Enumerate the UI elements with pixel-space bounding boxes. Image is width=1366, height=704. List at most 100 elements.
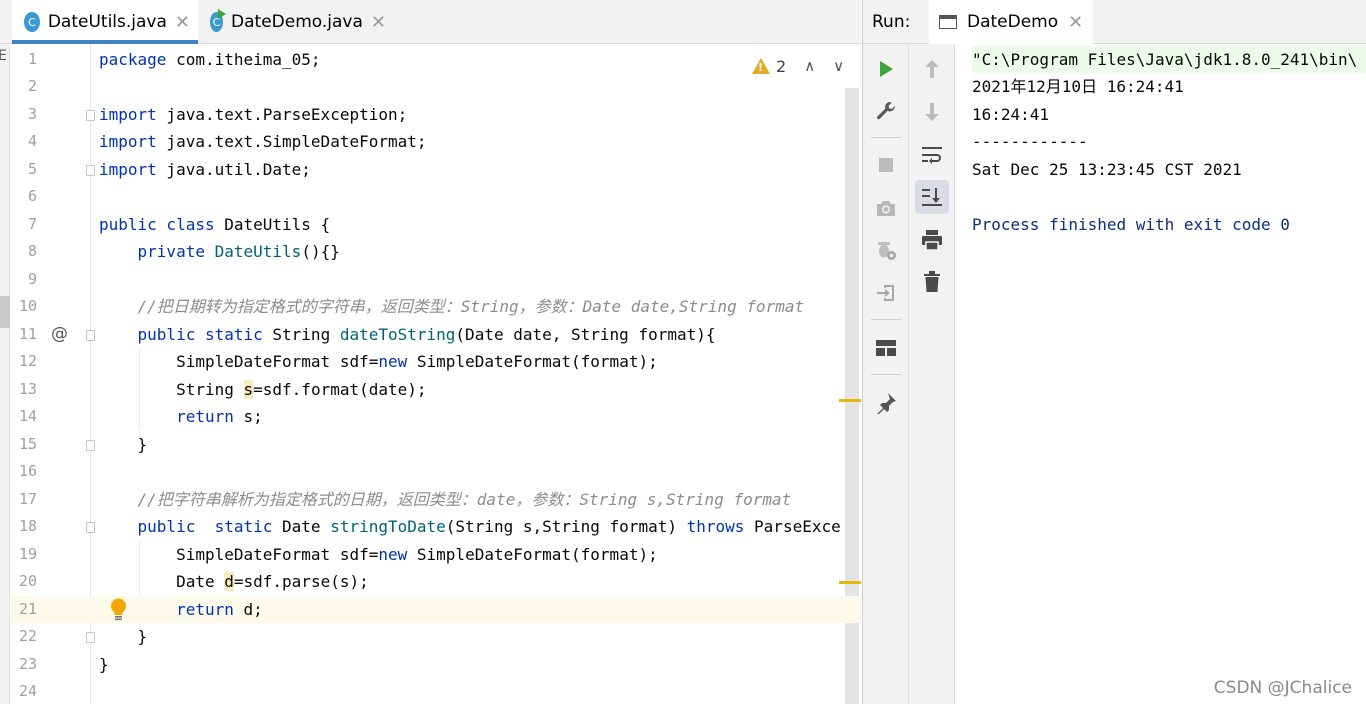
code-text[interactable]: package com.itheima_05; — [99, 46, 321, 74]
code-text[interactable]: return s; — [99, 403, 263, 431]
fold-marker-icon[interactable] — [86, 109, 95, 121]
code-line[interactable]: 10 //把日期转为指定格式的字符串，返回类型：String，参数：Date d… — [11, 293, 861, 321]
code-text[interactable]: Date d=sdf.parse(s); — [99, 568, 369, 596]
code-line[interactable]: 15 } — [11, 431, 861, 459]
tab-label: DateDemo.java — [231, 12, 363, 32]
code-text[interactable]: String s=sdf.format(date); — [99, 376, 427, 404]
code-line[interactable]: 13 String s=sdf.format(date); — [11, 376, 861, 404]
console-line: ------------ — [972, 132, 1088, 151]
line-number: 11 — [18, 324, 37, 343]
line-number: 4 — [27, 132, 37, 150]
line-number: 23 — [18, 654, 37, 673]
dump-threads-button[interactable] — [869, 191, 903, 225]
layout-button[interactable] — [869, 331, 903, 365]
code-text[interactable]: private DateUtils(){} — [99, 238, 340, 266]
console-line: "C:\Program Files\Java\jdk1.8.0_241\bin\ — [972, 45, 1366, 73]
bug-gear-icon — [878, 242, 896, 260]
code-line[interactable]: 22 } — [11, 623, 861, 651]
console-line: Process finished with exit code 0 — [972, 214, 1290, 234]
code-line[interactable]: 16 — [11, 458, 861, 486]
code-line[interactable]: 4 import java.text.SimpleDateFormat; — [11, 128, 861, 156]
fold-marker-icon[interactable] — [86, 522, 95, 533]
fold-marker-icon[interactable] — [86, 632, 95, 643]
code-text[interactable]: public class DateUtils { — [99, 211, 330, 239]
tab-run-datedemo[interactable]: DateDemo ✕ — [929, 0, 1094, 44]
code-line[interactable]: 18 public static Date stringToDate(Strin… — [11, 513, 861, 541]
close-icon[interactable]: ✕ — [371, 12, 386, 33]
clear-all-button[interactable] — [915, 265, 949, 299]
code-text[interactable]: import java.text.ParseException; — [99, 101, 407, 129]
code-line[interactable]: 1 package com.itheima_05; — [11, 46, 861, 74]
fold-marker-icon[interactable] — [86, 164, 95, 176]
tab-dateutils[interactable]: C DateUtils.java ✕ — [12, 0, 198, 44]
run-header: Run: DateDemo ✕ — [863, 0, 1366, 44]
stop-button[interactable] — [869, 148, 903, 182]
stop-icon — [879, 158, 893, 172]
code-text[interactable]: import java.text.SimpleDateFormat; — [99, 128, 427, 156]
code-line[interactable]: 17 //把字符串解析为指定格式的日期，返回类型：date，参数：String … — [11, 486, 861, 514]
code-text[interactable]: SimpleDateFormat sdf=new SimpleDateForma… — [99, 541, 658, 569]
code-line[interactable]: 20 Date d=sdf.parse(s); — [11, 568, 861, 596]
rerun-button[interactable] — [869, 52, 903, 86]
down-stack-button[interactable] — [915, 95, 949, 129]
restore-layout-button[interactable] — [869, 276, 903, 310]
structure-strip[interactable]: E — [0, 44, 10, 704]
console-line: 16:24:41 — [972, 104, 1050, 124]
code-line[interactable]: 2 — [11, 73, 861, 101]
code-text[interactable]: } — [99, 623, 148, 651]
code-text[interactable]: } — [99, 431, 148, 459]
code-line[interactable]: 12 SimpleDateFormat sdf=new SimpleDateFo… — [11, 348, 861, 376]
code-line[interactable]: 21 return d; — [11, 595, 861, 624]
code-text[interactable]: return d; — [99, 596, 263, 624]
line-number: 15 — [18, 434, 37, 453]
code-line[interactable]: 8 private DateUtils(){} — [11, 238, 861, 266]
code-line[interactable]: 23} — [11, 651, 861, 679]
code-text[interactable]: //把日期转为指定格式的字符串，返回类型：String，参数：Date date… — [99, 293, 805, 321]
fold-marker-icon[interactable] — [86, 439, 95, 451]
exit-icon — [877, 285, 894, 301]
pin-tab-button[interactable] — [869, 386, 903, 420]
code-text[interactable]: import java.util.Date; — [99, 156, 311, 184]
print-button[interactable] — [915, 223, 949, 257]
up-stack-button[interactable] — [915, 52, 949, 86]
pin-icon — [877, 393, 896, 414]
fold-marker-icon[interactable] — [86, 329, 95, 341]
tab-datedemo[interactable]: C DateDemo.java ✕ — [198, 0, 394, 44]
line-number: 9 — [27, 269, 37, 288]
line-number: 12 — [18, 352, 37, 370]
code-line[interactable]: 6 — [11, 183, 861, 211]
code-line[interactable]: 3 import java.text.ParseException; — [11, 101, 861, 129]
code-line[interactable]: 9 — [11, 266, 861, 294]
code-line[interactable]: 5 import java.util.Date; — [11, 156, 861, 184]
printer-icon — [922, 230, 942, 251]
line-number: 3 — [27, 104, 37, 123]
code-editor[interactable]: C DateUtils.java ✕ C DateDemo.java ✕ E 2… — [0, 0, 861, 704]
code-line[interactable]: 14 return s; — [11, 403, 861, 431]
code-text[interactable]: public static String dateToString(Date d… — [99, 321, 716, 349]
run-label: Run: — [872, 11, 911, 32]
line-number: 10 — [18, 297, 37, 315]
code-line[interactable]: 11 @ public static String dateToString(Da… — [11, 321, 861, 349]
code-line[interactable]: 24 — [11, 678, 861, 704]
code-line[interactable]: 7 public class DateUtils { — [11, 211, 861, 239]
line-number: 6 — [27, 187, 37, 205]
console-output[interactable]: "C:\Program Files\Java\jdk1.8.0_241\bin\… — [956, 44, 1366, 704]
close-icon[interactable]: ✕ — [1068, 12, 1083, 33]
layout-icon — [876, 340, 896, 356]
code-line[interactable]: 19 SimpleDateFormat sdf=new SimpleDateFo… — [11, 541, 861, 569]
trash-icon — [924, 271, 940, 292]
debug-settings-button[interactable] — [869, 233, 903, 267]
code-text[interactable]: public static Date stringToDate(String s… — [99, 513, 841, 541]
override-icon[interactable]: @ — [51, 321, 68, 349]
code-text[interactable]: //把字符串解析为指定格式的日期，返回类型：date，参数：String s,S… — [99, 486, 792, 514]
modify-config-button[interactable] — [869, 94, 903, 128]
editor-tab-bar: C DateUtils.java ✕ C DateDemo.java ✕ — [0, 0, 861, 44]
scroll-to-end-button[interactable] — [915, 180, 949, 214]
tab-label: DateUtils.java — [47, 12, 167, 32]
code-text[interactable]: SimpleDateFormat sdf=new SimpleDateForma… — [99, 348, 658, 376]
code-text[interactable]: } — [99, 651, 109, 679]
wrench-icon — [877, 102, 895, 120]
soft-wrap-button[interactable] — [915, 138, 949, 172]
close-icon[interactable]: ✕ — [175, 12, 190, 33]
line-number: 5 — [27, 159, 37, 178]
